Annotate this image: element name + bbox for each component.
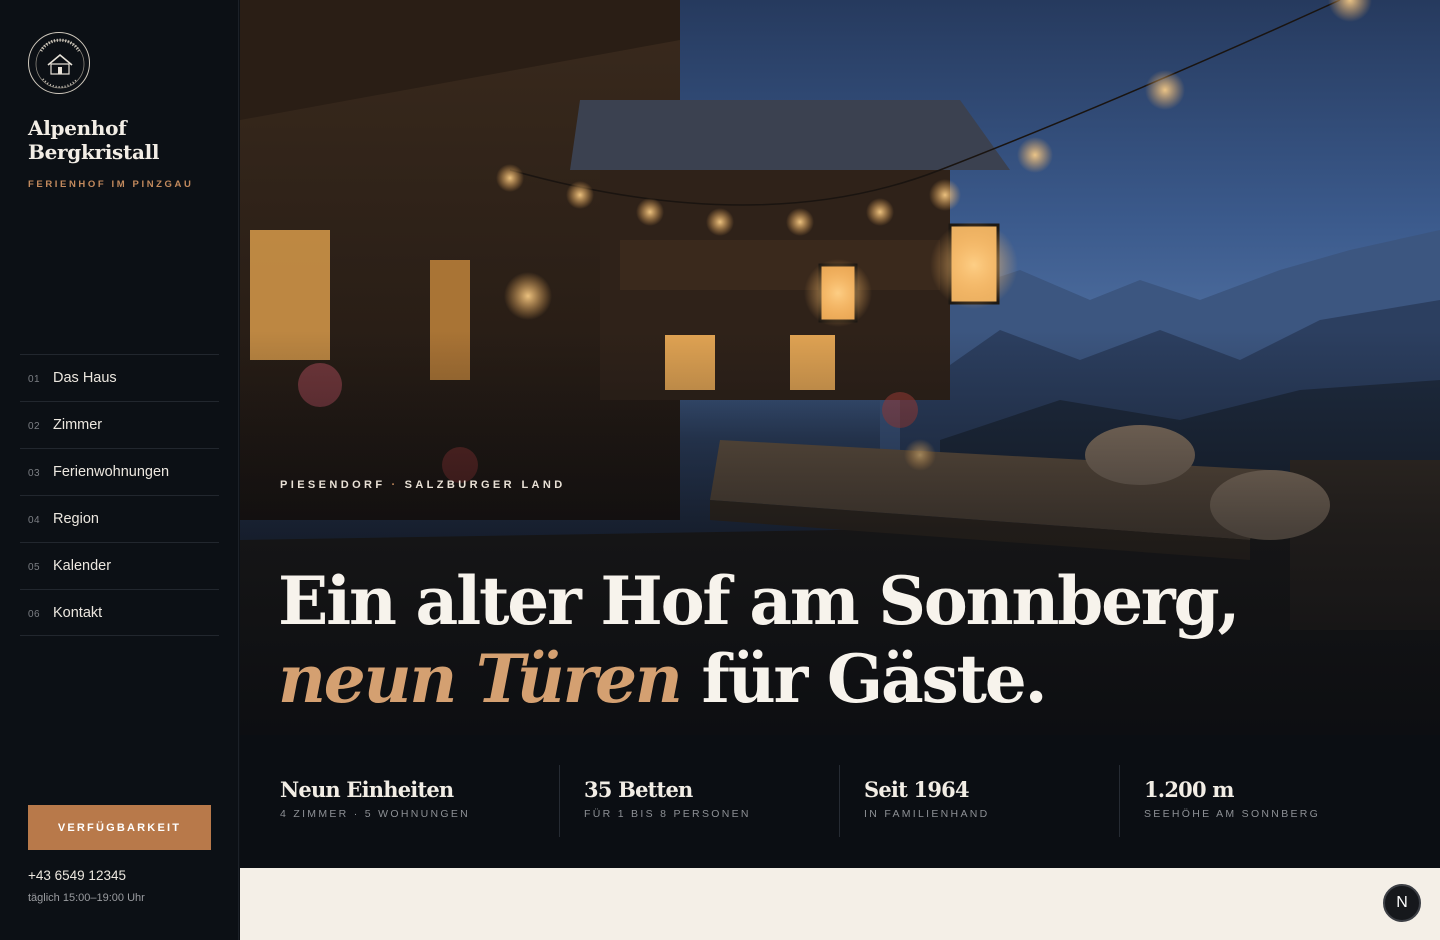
nav-number: 06 [28, 608, 41, 620]
location-region: SALZBURGER LAND [404, 479, 566, 491]
stat-divider [839, 765, 840, 837]
stat-value: Neun Einheiten [280, 777, 454, 802]
chalet-logo-icon [35, 38, 85, 89]
nav-number: 03 [28, 468, 41, 479]
hero-location-eyebrow: PIESENDORF · SALZBURGER LAND [280, 479, 566, 491]
stat-label: FÜR 1 BIS 8 PERSONEN [584, 808, 751, 820]
location-separator: · [391, 479, 399, 491]
availability-button[interactable]: VERFÜGBARKEIT [28, 805, 211, 850]
stat-value: Seit 1964 [864, 777, 970, 802]
main-nav: 01 Das Haus 02 Zimmer 03 Ferienwohnungen… [20, 354, 219, 636]
sidebar: Alpenhof Bergkristall FERIENHOF IM PINZG… [0, 0, 239, 940]
brand-name-line2: Bergkristall [28, 140, 160, 164]
nav-number: 01 [28, 374, 41, 385]
nav-item-zimmer[interactable]: 02 Zimmer [20, 401, 219, 448]
hero-section: PIESENDORF · SALZBURGER LAND Ein alter Hof… [240, 0, 1440, 735]
opening-hours: täglich 15:00–19:00 Uhr [28, 892, 145, 904]
headline-line2: neun Türen für Gäste. [278, 640, 1398, 718]
location-village: PIESENDORF [280, 479, 386, 491]
stat-altitude: 1.200 m SEEHÖHE AM SONNBERG [1144, 765, 1320, 837]
hero-headline: Ein alter Hof am Sonnberg, neun Türen fü… [278, 562, 1398, 718]
brand-name[interactable]: Alpenhof Bergkristall [28, 116, 218, 164]
nav-label: Kalender [53, 558, 112, 574]
stat-value: 1.200 m [1144, 777, 1235, 802]
stat-beds: 35 Betten FÜR 1 BIS 8 PERSONEN [584, 765, 751, 837]
stat-divider [559, 765, 560, 837]
brand-tagline: FERIENHOF IM PINZGAU [28, 179, 194, 190]
next-section-band [240, 868, 1440, 940]
logo-badge[interactable] [28, 32, 90, 94]
phone-number[interactable]: +43 6549 12345 [28, 868, 126, 883]
nav-number: 02 [28, 421, 41, 432]
nav-item-kalender[interactable]: 05 Kalender [20, 542, 219, 589]
headline-rest: für Gäste. [680, 640, 1047, 719]
stat-label: SEEHÖHE AM SONNBERG [1144, 808, 1321, 820]
stat-value: 35 Betten [584, 777, 693, 802]
nav-item-das-haus[interactable]: 01 Das Haus [20, 354, 219, 401]
nav-label: Kontakt [53, 604, 103, 621]
nav-item-kontakt[interactable]: 06 Kontakt [20, 589, 219, 636]
stat-units: Neun Einheiten 4 ZIMMER · 5 WOHNUNGEN [280, 765, 470, 837]
stat-label: 4 ZIMMER · 5 WOHNUNGEN [280, 808, 471, 820]
nav-label: Zimmer [53, 417, 103, 433]
headline-accent: neun Türen [278, 640, 683, 719]
nav-item-region[interactable]: 04 Region [20, 495, 219, 542]
nav-label: Region [53, 511, 99, 527]
stats-bar: Neun Einheiten 4 ZIMMER · 5 WOHNUNGEN 35… [240, 735, 1440, 868]
headline-line1: Ein alter Hof am Sonnberg, [278, 562, 1240, 641]
nav-number: 05 [28, 562, 41, 573]
brand-name-line1: Alpenhof [28, 116, 127, 140]
floating-n-button[interactable]: N [1383, 884, 1421, 922]
nav-label: Ferienwohnungen [53, 464, 170, 480]
stat-since: Seit 1964 IN FAMILIENHAND [864, 765, 990, 837]
nav-item-ferienwohnungen[interactable]: 03 Ferienwohnungen [20, 448, 219, 495]
nav-number: 04 [28, 515, 41, 526]
stat-divider [1119, 765, 1120, 837]
stat-label: IN FAMILIENHAND [864, 808, 990, 820]
nav-label: Das Haus [53, 370, 117, 386]
